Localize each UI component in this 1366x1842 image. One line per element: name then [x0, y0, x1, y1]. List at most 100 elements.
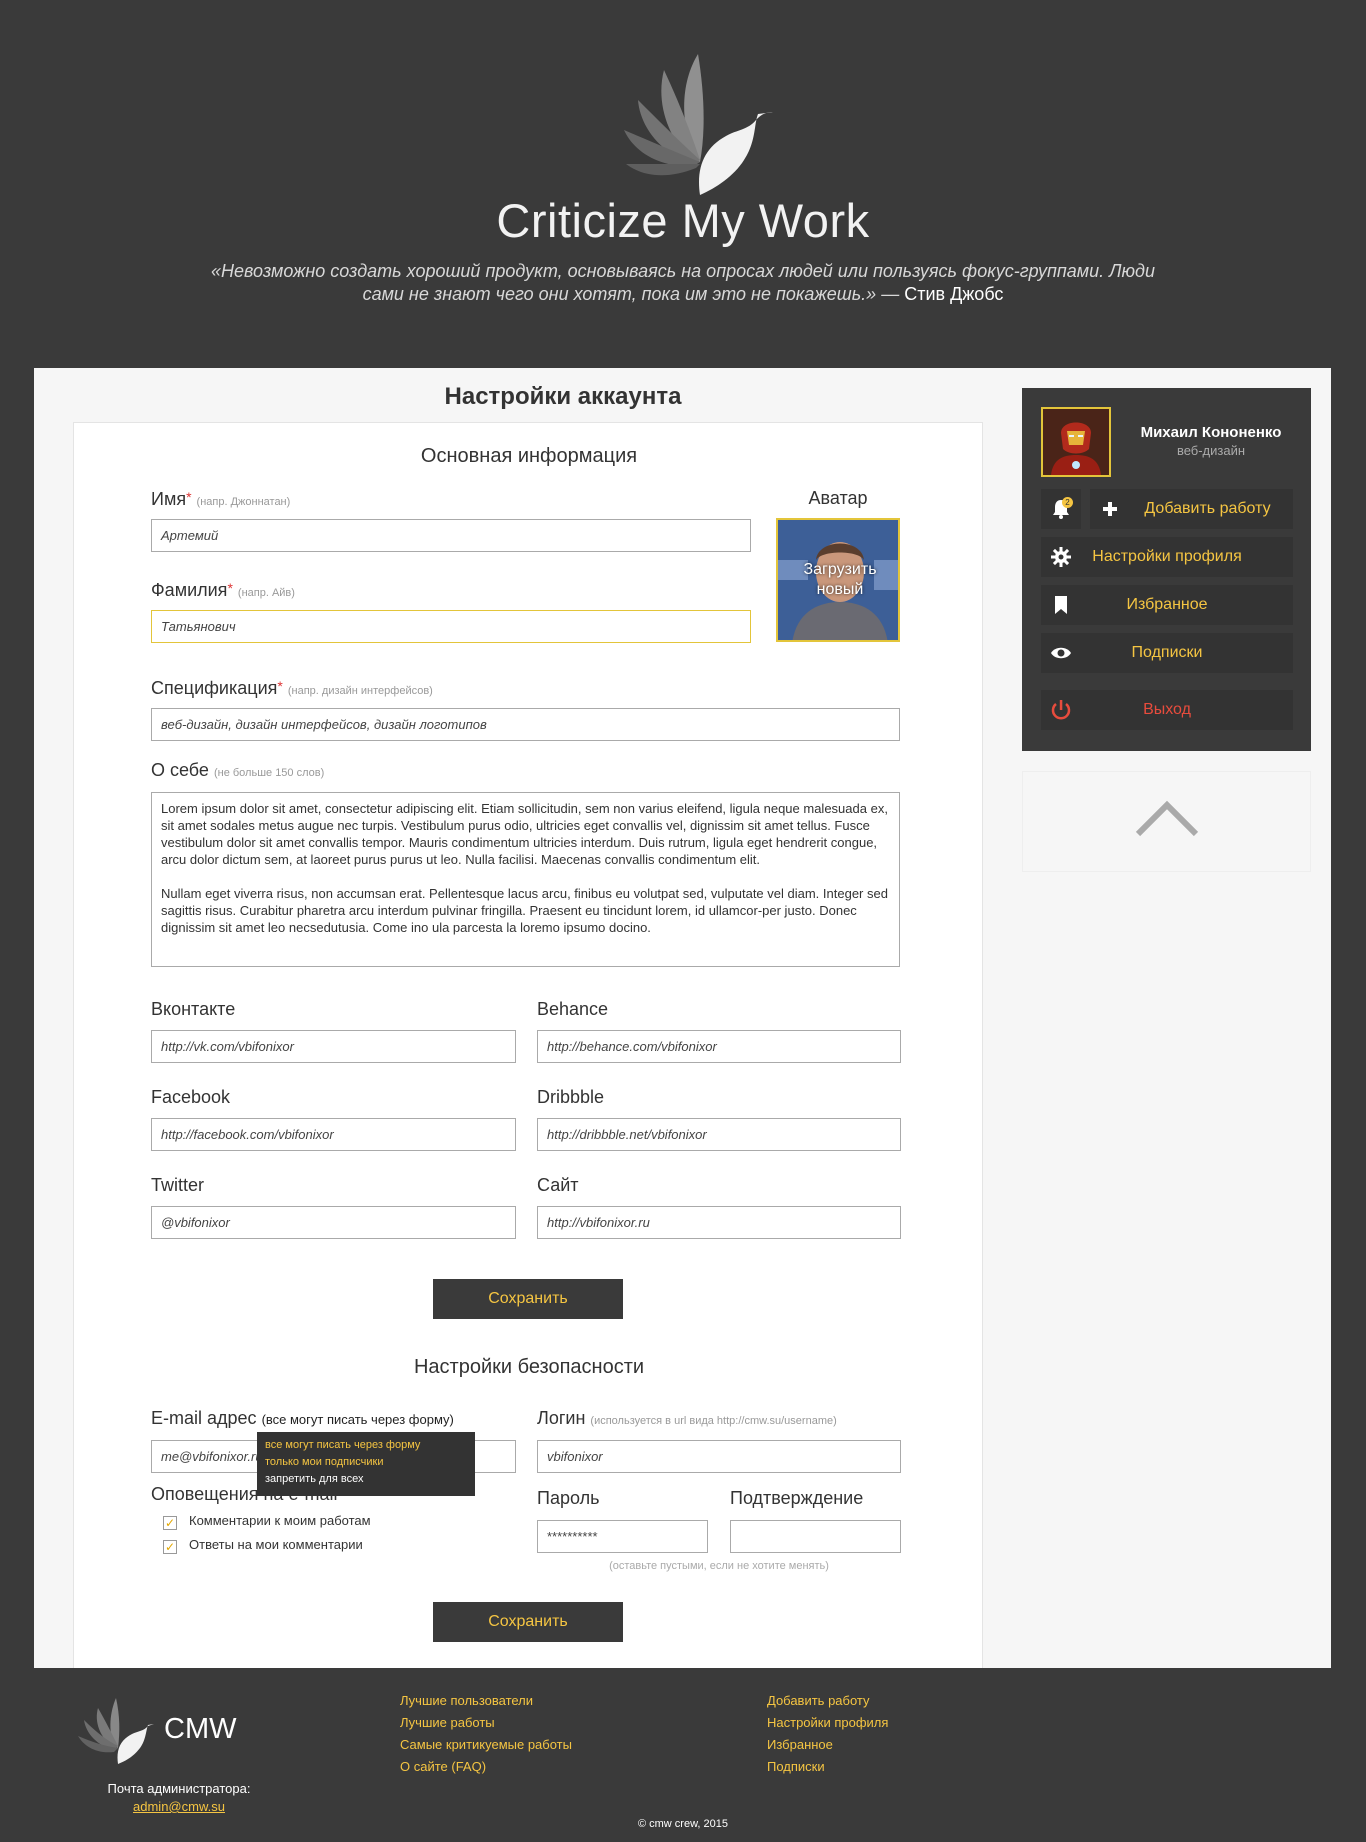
- iron-man-avatar-icon: [1043, 409, 1109, 475]
- about-label-text: О себе: [151, 760, 209, 780]
- copyright: © cmw crew, 2015: [637, 1818, 729, 1830]
- quote-text: «Невозможно создать хороший продукт, осн…: [211, 261, 1155, 304]
- site-title[interactable]: Criticize My Work: [0, 193, 1366, 248]
- spec-label-text: Спецификация: [151, 678, 278, 698]
- footer-link-faq[interactable]: О сайте (FAQ): [400, 1759, 486, 1774]
- first-name-label-text: Имя: [151, 489, 187, 509]
- email-label-text: E-mail адрес: [151, 1408, 257, 1428]
- page-title: Настройки аккаунта: [444, 383, 682, 410]
- twitter-input[interactable]: @vbifonixor: [151, 1206, 516, 1239]
- notify-replies-label: Ответы на мои комментарии: [189, 1537, 363, 1552]
- behance-label: Behance: [537, 999, 609, 1019]
- spec-input[interactable]: веб-дизайн, дизайн интерфейсов, дизайн л…: [151, 708, 900, 741]
- site-label: Сайт: [537, 1175, 579, 1195]
- notify-comments-row[interactable]: ✓ Комментарии к моим работам: [163, 1513, 371, 1530]
- email-visibility-dropdown: все могут писать через форму только мои …: [257, 1432, 475, 1496]
- upload-new-label[interactable]: Загрузить новый: [778, 560, 898, 600]
- login-label-text: Логин: [537, 1408, 586, 1428]
- dribbble-label: Dribbble: [537, 1087, 605, 1107]
- required-mark: *: [227, 580, 233, 596]
- favorites-label: Избранное: [1126, 596, 1208, 613]
- first-name-hint: (напр. Джоннатан): [196, 496, 291, 508]
- hummingbird-logo-icon[interactable]: [74, 1694, 154, 1764]
- dropdown-option[interactable]: все могут писать через форму: [265, 1437, 467, 1454]
- last-name-input[interactable]: Татьянович: [151, 610, 751, 643]
- user-sidebar: Михаил Кононенко веб-дизайн 2 Добавить р…: [1022, 388, 1311, 751]
- about-label: О себе (не больше 150 слов): [151, 760, 324, 781]
- email-visibility-select[interactable]: (все могут писать через форму): [262, 1412, 454, 1427]
- password-note: (оставьте пустыми, если не хотите менять…: [609, 1560, 829, 1572]
- notify-replies-row[interactable]: ✓ Ответы на мои комментарии: [163, 1537, 363, 1554]
- footer-brand[interactable]: CMW: [164, 1713, 236, 1746]
- facebook-input[interactable]: http://facebook.com/vbifonixor: [151, 1118, 516, 1151]
- required-mark: *: [186, 489, 192, 505]
- logout-button[interactable]: Выход: [1041, 690, 1293, 730]
- about-textarea[interactable]: Lorem ipsum dolor sit amet, consectetur …: [151, 792, 900, 967]
- dropdown-option[interactable]: только мои подписчики: [265, 1454, 467, 1471]
- subscriptions-button[interactable]: Подписки: [1041, 633, 1293, 673]
- spec-hint: (напр. дизайн интерфейсов): [287, 685, 433, 697]
- facebook-label: Facebook: [151, 1087, 231, 1107]
- admin-email-link[interactable]: admin@cmw.su: [74, 1799, 284, 1814]
- spec-label: Спецификация* (напр. дизайн интерфейсов): [151, 678, 433, 699]
- checkbox-checked[interactable]: ✓: [163, 1516, 177, 1530]
- footer-link-favorites[interactable]: Избранное: [767, 1737, 833, 1752]
- user-role: веб-дизайн: [1176, 443, 1246, 458]
- last-name-hint: (напр. Айв): [237, 587, 295, 599]
- login-label: Логин (используется в url вида http://cm…: [537, 1408, 837, 1429]
- first-name-input[interactable]: Артемий: [151, 519, 751, 552]
- about-paragraph: Lorem ipsum dolor sit amet, consectetur …: [161, 801, 888, 867]
- profile-settings-button[interactable]: Настройки профиля: [1041, 537, 1293, 577]
- behance-input[interactable]: http://behance.com/vbifonixor: [537, 1030, 901, 1063]
- save-security-button[interactable]: Сохранить: [433, 1602, 623, 1642]
- avatar-label: Аватар: [808, 488, 868, 508]
- site-input[interactable]: http://vbifonixor.ru: [537, 1206, 901, 1239]
- user-name[interactable]: Михаил Кононенко: [1126, 424, 1296, 441]
- first-name-label: Имя* (напр. Джоннатан): [151, 489, 290, 510]
- password-input[interactable]: **********: [537, 1520, 708, 1553]
- scroll-to-top-button[interactable]: [1022, 771, 1311, 872]
- chevron-up-icon: [1135, 800, 1199, 837]
- last-name-label: Фамилия* (напр. Айв): [151, 580, 295, 601]
- confirm-input[interactable]: [730, 1520, 901, 1553]
- settings-card: Основная информация Имя* (напр. Джонната…: [73, 422, 983, 1668]
- save-basic-button[interactable]: Сохранить: [433, 1279, 623, 1319]
- login-hint: (используется в url вида http://cmw.su/u…: [590, 1415, 837, 1427]
- logout-label: Выход: [1143, 701, 1191, 718]
- dribbble-input[interactable]: http://dribbble.net/vbifonixor: [537, 1118, 901, 1151]
- dropdown-option[interactable]: запретить для всех: [265, 1471, 467, 1488]
- header-quote: «Невозможно создать хороший продукт, осн…: [200, 260, 1166, 306]
- notification-count-badge: 2: [1062, 497, 1073, 508]
- footer-link-subscriptions[interactable]: Подписки: [767, 1759, 825, 1774]
- profile-settings-label: Настройки профиля: [1092, 548, 1242, 565]
- notifications-button[interactable]: 2: [1041, 489, 1081, 529]
- site-header: Criticize My Work «Невозможно создать хо…: [0, 0, 1366, 368]
- site-footer: CMW Почта администратора: admin@cmw.su Л…: [0, 1668, 1366, 1842]
- twitter-label: Twitter: [151, 1175, 205, 1195]
- subscriptions-label: Подписки: [1131, 644, 1203, 661]
- checkbox-checked[interactable]: ✓: [163, 1540, 177, 1554]
- avatar-upload[interactable]: Загрузить новый: [776, 518, 900, 642]
- security-title: Настройки безопасности: [413, 1356, 645, 1378]
- add-work-label: Добавить работу: [1144, 500, 1271, 517]
- favorites-button[interactable]: Избранное: [1041, 585, 1293, 625]
- add-work-button[interactable]: Добавить работу: [1090, 489, 1293, 529]
- login-input[interactable]: vbifonixor: [537, 1440, 901, 1473]
- vk-label: Вконтакте: [151, 999, 236, 1019]
- footer-link-most-criticized[interactable]: Самые критикуемые работы: [400, 1737, 572, 1752]
- about-paragraph: Nullam eget viverra risus, non accumsan …: [161, 886, 888, 935]
- footer-link-best-users[interactable]: Лучшие пользователи: [400, 1693, 533, 1708]
- confirm-label: Подтверждение: [730, 1488, 864, 1508]
- footer-link-add-work[interactable]: Добавить работу: [767, 1693, 870, 1708]
- hummingbird-logo-icon[interactable]: [608, 50, 773, 195]
- vk-input[interactable]: http://vk.com/vbifonixor: [151, 1030, 516, 1063]
- notify-comments-label: Комментарии к моим работам: [189, 1513, 371, 1528]
- password-label: Пароль: [537, 1488, 600, 1508]
- footer-link-best-works[interactable]: Лучшие работы: [400, 1715, 495, 1730]
- footer-link-profile-settings[interactable]: Настройки профиля: [767, 1715, 888, 1730]
- admin-email-label: Почта администратора:: [107, 1781, 251, 1796]
- avatar[interactable]: [1041, 407, 1111, 477]
- last-name-label-text: Фамилия: [151, 580, 228, 600]
- quote-author: Стив Джобс: [904, 284, 1004, 304]
- about-hint: (не больше 150 слов): [213, 767, 325, 779]
